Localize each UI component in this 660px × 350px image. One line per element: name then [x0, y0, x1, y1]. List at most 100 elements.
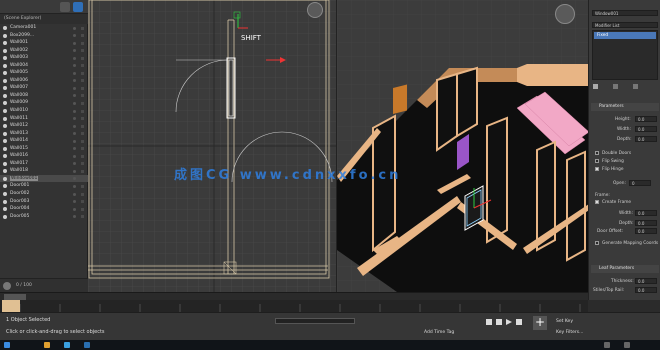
door-offset-field[interactable]: 0.0 [635, 228, 657, 234]
visibility-icon[interactable] [73, 124, 76, 128]
stiles-field[interactable]: 0.0 [635, 287, 657, 293]
prev-frame-icon[interactable] [496, 319, 502, 325]
max-app-icon[interactable] [84, 342, 90, 348]
frame-width-field[interactable]: 0.0 [635, 210, 657, 216]
visibility-icon[interactable] [73, 215, 76, 219]
explorer-app-icon[interactable] [44, 342, 50, 348]
explorer-row[interactable]: Door001 [0, 182, 88, 190]
viewcube-top[interactable] [307, 2, 323, 18]
visibility-icon[interactable] [73, 86, 76, 90]
explorer-row[interactable]: Wall015 [0, 145, 88, 153]
visibility-icon[interactable] [73, 192, 76, 196]
width-field[interactable]: 0.0 [635, 126, 657, 132]
explorer-row[interactable]: Wall004 [0, 62, 88, 70]
explorer-row[interactable]: Wall005 [0, 69, 88, 77]
freeze-icon[interactable] [81, 34, 84, 38]
go-to-start-icon[interactable] [486, 319, 492, 325]
freeze-icon[interactable] [81, 71, 84, 75]
add-time-tag[interactable]: Add Time Tag [424, 330, 454, 335]
explorer-row[interactable]: Door005 [0, 213, 88, 221]
visibility-icon[interactable] [73, 154, 76, 158]
viewcube-perspective[interactable] [555, 4, 575, 24]
next-frame-icon[interactable] [516, 319, 522, 325]
visibility-icon[interactable] [73, 56, 76, 60]
explorer-row[interactable]: Door003 [0, 198, 88, 206]
freeze-icon[interactable] [81, 79, 84, 83]
freeze-icon[interactable] [81, 192, 84, 196]
visibility-icon[interactable] [73, 162, 76, 166]
freeze-icon[interactable] [81, 56, 84, 60]
visibility-icon[interactable] [73, 94, 76, 98]
freeze-icon[interactable] [81, 177, 84, 181]
freeze-icon[interactable] [81, 86, 84, 90]
explorer-row[interactable]: Wall002 [0, 47, 88, 55]
freeze-icon[interactable] [81, 184, 84, 188]
set-key-icon[interactable]: + [533, 316, 547, 330]
visibility-icon[interactable] [73, 132, 76, 136]
visibility-icon[interactable] [73, 49, 76, 53]
visibility-icon[interactable] [73, 200, 76, 204]
perspective-viewport[interactable] [336, 0, 588, 292]
freeze-icon[interactable] [81, 200, 84, 204]
visibility-icon[interactable] [73, 184, 76, 188]
visibility-icon[interactable] [73, 147, 76, 151]
explorer-row[interactable]: Box2099... [0, 32, 88, 40]
explorer-row[interactable]: Wall003 [0, 54, 88, 62]
explorer-row[interactable]: Wall014 [0, 137, 88, 145]
visibility-icon[interactable] [73, 34, 76, 38]
section-parameters[interactable]: Parameters [591, 103, 659, 111]
coordinate-fields[interactable] [275, 318, 355, 324]
visibility-icon[interactable] [73, 71, 76, 75]
pin-stack-icon[interactable] [593, 84, 598, 89]
visibility-icon[interactable] [73, 79, 76, 83]
freeze-icon[interactable] [81, 109, 84, 113]
freeze-icon[interactable] [81, 101, 84, 105]
explorer-row[interactable]: Wall006 [0, 77, 88, 85]
visibility-icon[interactable] [73, 101, 76, 105]
section-leaf-parameters[interactable]: Leaf Parameters [591, 265, 659, 273]
trackbar[interactable] [0, 300, 588, 312]
explorer-row[interactable]: Wall017 [0, 160, 88, 168]
explorer-row[interactable]: Wall018 [0, 167, 88, 175]
show-end-result-icon[interactable] [613, 84, 618, 89]
explorer-row[interactable]: Wall007 [0, 84, 88, 92]
freeze-icon[interactable] [81, 124, 84, 128]
freeze-icon[interactable] [81, 132, 84, 136]
remove-modifier-icon[interactable] [633, 84, 638, 89]
explorer-row[interactable]: Door002 [0, 190, 88, 198]
flip-hinge-checkbox[interactable] [595, 167, 599, 171]
freeze-icon[interactable] [81, 169, 84, 173]
explorer-row[interactable]: Wall013 [0, 130, 88, 138]
flip-swing-checkbox[interactable] [595, 159, 599, 163]
object-name-field[interactable]: Window001 [592, 10, 658, 16]
freeze-icon[interactable] [81, 215, 84, 219]
visibility-icon[interactable] [73, 109, 76, 113]
filter-icon[interactable] [60, 2, 70, 12]
freeze-icon[interactable] [81, 117, 84, 121]
visibility-icon[interactable] [73, 177, 76, 181]
visibility-icon[interactable] [73, 64, 76, 68]
freeze-icon[interactable] [81, 147, 84, 151]
visibility-icon[interactable] [73, 26, 76, 30]
top-viewport[interactable]: SHIFT [88, 0, 336, 292]
double-doors-checkbox[interactable] [595, 151, 599, 155]
depth-field[interactable]: 0.0 [635, 136, 657, 142]
play-icon[interactable] [506, 319, 512, 325]
explorer-row[interactable]: Wall008 [0, 92, 88, 100]
explorer-row[interactable]: Wall016 [0, 152, 88, 160]
visibility-icon[interactable] [73, 41, 76, 45]
layer-icon[interactable] [3, 282, 11, 290]
freeze-icon[interactable] [81, 162, 84, 166]
funnel-icon[interactable] [73, 2, 83, 12]
explorer-row[interactable]: Window001 [0, 174, 88, 183]
freeze-icon[interactable] [81, 94, 84, 98]
open-field[interactable]: 0 [629, 180, 651, 186]
start-icon[interactable] [4, 342, 10, 348]
freeze-icon[interactable] [81, 26, 84, 30]
explorer-row[interactable]: Wall001 [0, 39, 88, 47]
freeze-icon[interactable] [81, 64, 84, 68]
visibility-icon[interactable] [73, 139, 76, 143]
height-field[interactable]: 0.0 [635, 116, 657, 122]
freeze-icon[interactable] [81, 139, 84, 143]
explorer-row[interactable]: Wall011 [0, 115, 88, 123]
